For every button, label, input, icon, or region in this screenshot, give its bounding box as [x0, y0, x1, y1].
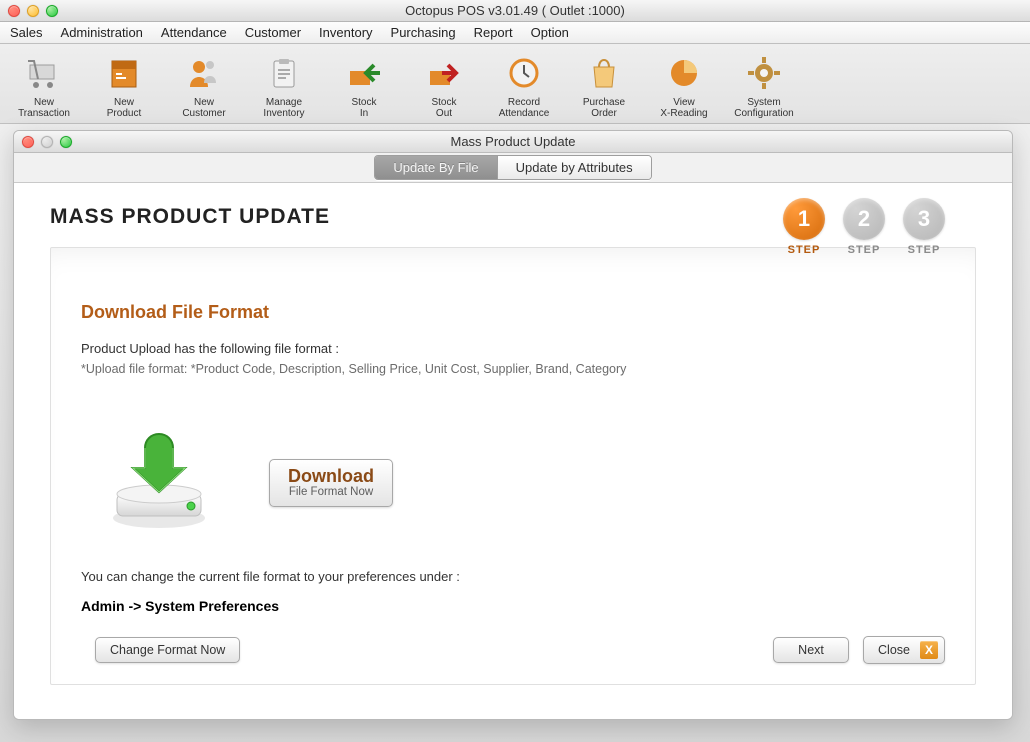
- toolbar-label: PurchaseOrder: [583, 97, 625, 119]
- menu-option[interactable]: Option: [531, 25, 569, 40]
- main-toolbar: NewTransaction NewProduct NewCustomer Ma…: [0, 44, 1030, 124]
- main-titlebar: Octopus POS v3.01.49 ( Outlet :1000): [0, 0, 1030, 22]
- step-3-circle: 3: [903, 198, 945, 240]
- close-x-icon: X: [920, 641, 938, 659]
- section-heading: Download File Format: [81, 302, 945, 323]
- tip-path: Admin -> System Preferences: [81, 598, 945, 614]
- zoom-window-icon[interactable]: [46, 5, 58, 17]
- modal-title: Mass Product Update: [450, 134, 575, 149]
- next-button[interactable]: Next: [773, 637, 849, 663]
- tab-update-by-attributes[interactable]: Update by Attributes: [497, 156, 651, 179]
- toolbar-view-xreading[interactable]: ViewX-Reading: [648, 51, 720, 119]
- step-1-label: STEP: [788, 244, 821, 256]
- content-panel: 1 STEP 2 STEP 3 STEP Download File Forma…: [50, 247, 976, 685]
- tab-update-by-file[interactable]: Update By File: [375, 156, 496, 179]
- intro-text: Product Upload has the following file fo…: [81, 341, 945, 356]
- step-1-circle: 1: [783, 198, 825, 240]
- clipboard-icon: [262, 51, 306, 95]
- modal-titlebar: Mass Product Update: [14, 131, 1012, 153]
- toolbar-label: NewTransaction: [18, 97, 70, 119]
- modal-zoom-icon[interactable]: [60, 136, 72, 148]
- main-traffic-lights: [8, 5, 58, 17]
- product-icon: [102, 51, 146, 95]
- cart-icon: [22, 51, 66, 95]
- gear-icon: [742, 51, 786, 95]
- modal-body: MASS PRODUCT UPDATE 1 STEP 2 STEP 3: [14, 183, 1012, 719]
- customer-icon: [182, 51, 226, 95]
- download-button-title: Download: [288, 466, 374, 487]
- toolbar-label: StockIn: [351, 97, 376, 119]
- menu-purchasing[interactable]: Purchasing: [391, 25, 456, 40]
- close-window-icon[interactable]: [8, 5, 20, 17]
- toolbar-label: SystemConfiguration: [734, 97, 793, 119]
- stock-out-icon: [422, 51, 466, 95]
- stock-in-icon: [342, 51, 386, 95]
- tip-text: You can change the current file format t…: [81, 569, 945, 584]
- toolbar-purchase-order[interactable]: PurchaseOrder: [568, 51, 640, 119]
- download-file-format-button[interactable]: Download File Format Now: [269, 459, 393, 507]
- toolbar-record-attendance[interactable]: RecordAttendance: [488, 51, 560, 119]
- toolbar-manage-inventory[interactable]: ManageInventory: [248, 51, 320, 119]
- menu-administration[interactable]: Administration: [61, 25, 143, 40]
- step-3: 3 STEP: [903, 198, 945, 256]
- pie-chart-icon: [662, 51, 706, 95]
- modal-tabrow: Update By File Update by Attributes: [14, 153, 1012, 183]
- bag-icon: [582, 51, 626, 95]
- download-button-subtitle: File Format Now: [289, 486, 373, 498]
- close-button[interactable]: Close X: [863, 636, 945, 664]
- step-2: 2 STEP: [843, 198, 885, 256]
- menu-inventory[interactable]: Inventory: [319, 25, 372, 40]
- wizard-steps: 1 STEP 2 STEP 3 STEP: [783, 198, 945, 256]
- workspace: Mass Product Update Update By File Updat…: [0, 124, 1030, 742]
- toolbar-stock-in[interactable]: StockIn: [328, 51, 400, 119]
- toolbar-label: RecordAttendance: [499, 97, 550, 119]
- toolbar-label: ViewX-Reading: [660, 97, 707, 119]
- close-button-label: Close: [878, 643, 910, 657]
- download-drive-icon: [99, 426, 219, 539]
- step-2-circle: 2: [843, 198, 885, 240]
- change-format-button[interactable]: Change Format Now: [95, 637, 240, 663]
- menu-attendance[interactable]: Attendance: [161, 25, 227, 40]
- toolbar-new-product[interactable]: NewProduct: [88, 51, 160, 119]
- toolbar-label: NewCustomer: [182, 97, 225, 119]
- mode-segmented-control: Update By File Update by Attributes: [374, 155, 651, 180]
- toolbar-new-transaction[interactable]: NewTransaction: [8, 51, 80, 119]
- toolbar-label: ManageInventory: [263, 97, 304, 119]
- menu-customer[interactable]: Customer: [245, 25, 301, 40]
- footer-row: Change Format Now Next Close X: [81, 636, 945, 664]
- mass-product-update-window: Mass Product Update Update By File Updat…: [13, 130, 1013, 720]
- clock-icon: [502, 51, 546, 95]
- step-2-label: STEP: [848, 244, 881, 256]
- main-window-title: Octopus POS v3.01.49 ( Outlet :1000): [405, 3, 625, 18]
- modal-minimize-icon: [41, 136, 53, 148]
- step-3-label: STEP: [908, 244, 941, 256]
- toolbar-new-customer[interactable]: NewCustomer: [168, 51, 240, 119]
- menubar: Sales Administration Attendance Customer…: [0, 22, 1030, 44]
- toolbar-label: NewProduct: [107, 97, 141, 119]
- toolbar-label: StockOut: [431, 97, 456, 119]
- main-window: Octopus POS v3.01.49 ( Outlet :1000) Sal…: [0, 0, 1030, 742]
- modal-close-icon[interactable]: [22, 136, 34, 148]
- toolbar-system-configuration[interactable]: SystemConfiguration: [728, 51, 800, 119]
- toolbar-stock-out[interactable]: StockOut: [408, 51, 480, 119]
- step-1: 1 STEP: [783, 198, 825, 256]
- modal-traffic-lights: [22, 136, 72, 148]
- download-row: Download File Format Now: [99, 426, 945, 539]
- minimize-window-icon[interactable]: [27, 5, 39, 17]
- format-line: *Upload file format: *Product Code, Desc…: [81, 362, 945, 376]
- menu-report[interactable]: Report: [474, 25, 513, 40]
- menu-sales[interactable]: Sales: [10, 25, 43, 40]
